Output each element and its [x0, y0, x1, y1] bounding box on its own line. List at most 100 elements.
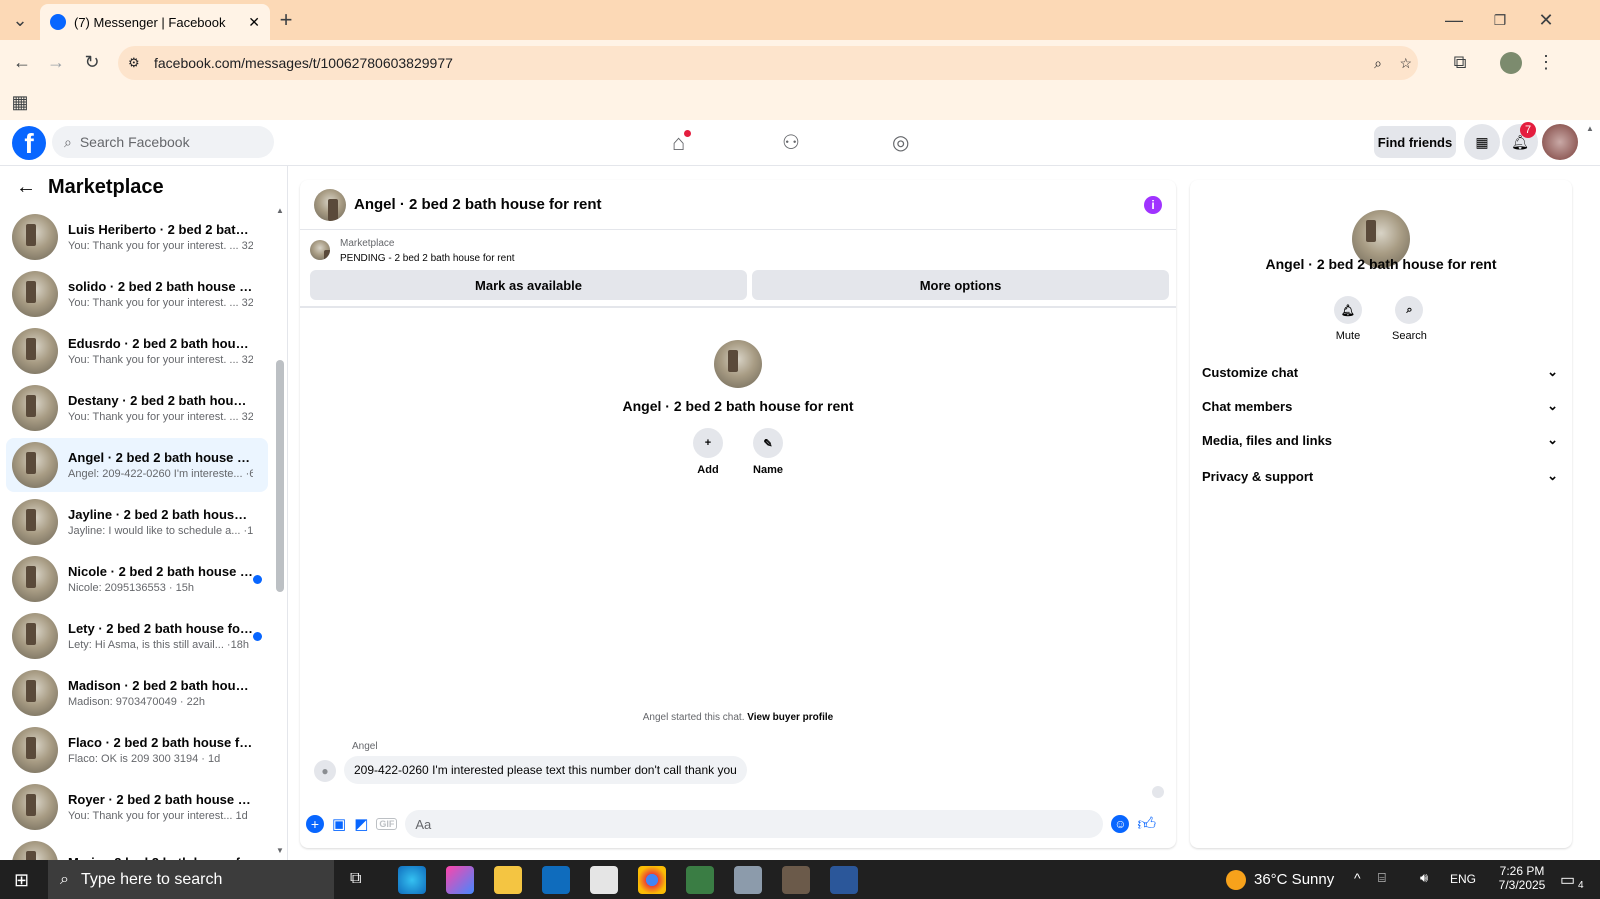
media-files-row[interactable]: Media, files and links ⌄	[1202, 432, 1558, 448]
app-icon[interactable]	[734, 866, 762, 894]
chat-started-notice: Angel started this chat. View buyer prof…	[300, 712, 1176, 723]
notification-center-icon[interactable]: ▭	[1560, 870, 1575, 890]
network-icon[interactable]: ⌸	[1378, 870, 1386, 886]
conversation-thumb	[12, 556, 58, 602]
conversation-item[interactable]: Nicole · 2 bed 2 bath house fo... Nicole:…	[6, 552, 268, 606]
app-icon[interactable]	[686, 866, 714, 894]
edge-icon[interactable]	[398, 866, 426, 894]
list-scrollbar[interactable]	[276, 360, 284, 592]
windows-start-icon[interactable]: ⊞	[14, 870, 34, 890]
find-friends-button[interactable]: Find friends	[1374, 126, 1456, 158]
chat-members-row[interactable]: Chat members ⌄	[1202, 398, 1558, 414]
volume-icon[interactable]: 🔊︎	[1420, 870, 1428, 886]
apps-grid-icon[interactable]: ▦	[4, 86, 36, 118]
clock-time: 7:26 PM	[1499, 864, 1545, 878]
conversation-text: Destany · 2 bed 2 bath house fo... You: T…	[68, 393, 253, 423]
minimize-icon[interactable]: —	[1438, 4, 1470, 36]
profile-avatar[interactable]	[714, 340, 762, 388]
menu-grid-icon[interactable]: ▦	[1464, 124, 1500, 160]
account-avatar[interactable]	[1542, 124, 1578, 160]
mark-available-button[interactable]: Mark as available	[310, 270, 747, 300]
close-window-icon[interactable]: ✕	[1530, 4, 1562, 36]
new-tab-icon[interactable]: +	[270, 4, 302, 36]
like-thumb-icon[interactable]: 👍︎	[1137, 813, 1156, 835]
listing-thumb[interactable]	[310, 240, 330, 260]
scroll-down-arrow-icon[interactable]: ▼	[276, 846, 284, 855]
language-indicator[interactable]: ENG	[1450, 872, 1476, 886]
conversation-item[interactable]: Flaco · 2 bed 2 bath house for r... Flaco…	[6, 723, 268, 777]
zoom-icon[interactable]: ⌕	[1374, 55, 1382, 72]
mute-button[interactable]: 🔔︎ Mute	[1334, 296, 1362, 342]
conversation-text: Madison · 2 bed 2 bath house f... Madison…	[68, 678, 253, 708]
extensions-icon[interactable]: ⧉	[1444, 46, 1476, 78]
chrome-icon[interactable]	[638, 866, 666, 894]
profile-name: Angel · 2 bed 2 bath house for rent	[622, 398, 854, 414]
message-input[interactable]: Aa	[405, 810, 1104, 838]
conversation-item[interactable]: Royer · 2 bed 2 bath house fo... You: Tha…	[6, 780, 268, 834]
chat-title[interactable]: Angel · 2 bed 2 bath house for rent	[354, 196, 602, 213]
conversation-item[interactable]: Mario · 2 bed 2 bath house for r...	[6, 837, 268, 860]
search-chat-button[interactable]: ⌕ Search	[1392, 296, 1427, 342]
weather-sun-icon[interactable]	[1226, 870, 1246, 890]
section-label: Media, files and links	[1202, 432, 1333, 448]
scroll-up-arrow-icon[interactable]: ▲	[276, 206, 284, 215]
marketplace-label: Marketplace	[340, 238, 395, 249]
facebook-search-input[interactable]: ⌕ Search Facebook	[52, 126, 274, 158]
mute-label: Mute	[1335, 330, 1361, 342]
conversation-item[interactable]: Jayline · 2 bed 2 bath house for ... Jayl…	[6, 495, 268, 549]
plus-actions-icon[interactable]: +	[306, 815, 324, 833]
task-view-icon[interactable]: ⧉	[350, 870, 361, 888]
view-buyer-profile-link[interactable]: View buyer profile	[747, 712, 833, 723]
groups-nav-icon[interactable]: ◎	[892, 130, 909, 155]
tab-search-chevron-icon[interactable]: ⌄	[4, 4, 36, 36]
bookmark-star-icon[interactable]: ☆	[1399, 55, 1412, 72]
copilot-icon[interactable]	[446, 866, 474, 894]
tray-chevron-icon[interactable]: ^	[1354, 870, 1361, 886]
file-explorer-icon[interactable]	[494, 866, 522, 894]
facebook-logo-icon[interactable]: f	[12, 126, 46, 160]
conversation-item[interactable]: Angel · 2 bed 2 bath house for r... Angel…	[6, 438, 268, 492]
site-info-icon[interactable]: ⚙	[128, 55, 140, 71]
reload-icon[interactable]: ↻	[76, 46, 108, 78]
close-tab-icon[interactable]: ✕	[248, 14, 260, 31]
sender-avatar-icon[interactable]: ●	[314, 760, 336, 782]
back-icon[interactable]: ←	[6, 46, 38, 78]
back-arrow-icon[interactable]: ←	[16, 176, 36, 199]
more-options-button[interactable]: More options	[752, 270, 1169, 300]
conversation-item[interactable]: Destany · 2 bed 2 bath house fo... You: T…	[6, 381, 268, 435]
emoji-icon[interactable]: ☺	[1111, 815, 1130, 833]
conversation-info-icon[interactable]: i	[1144, 196, 1162, 214]
friends-nav-icon[interactable]: ⚇	[782, 130, 800, 155]
weather-text[interactable]: 36°C Sunny	[1254, 871, 1334, 888]
gif-icon[interactable]: GIF	[376, 818, 398, 830]
chrome-menu-icon[interactable]: ⋮	[1530, 46, 1562, 78]
url-bar[interactable]: ⚙ facebook.com/messages/t/10062780603829…	[118, 46, 1418, 80]
conversation-item[interactable]: Luis Heriberto · 2 bed 2 bath ho... You: …	[6, 210, 268, 264]
conversation-item[interactable]: solido · 2 bed 2 bath house for ... You: …	[6, 267, 268, 321]
customize-chat-row[interactable]: Customize chat ⌄	[1202, 364, 1558, 380]
browser-profile-avatar[interactable]	[1500, 52, 1522, 74]
page-scroll-up-icon[interactable]: ▲	[1586, 124, 1594, 133]
conversation-item[interactable]: Madison · 2 bed 2 bath house f... Madison…	[6, 666, 268, 720]
app-icon[interactable]	[782, 866, 810, 894]
conversation-name: Flaco · 2 bed 2 bath house for r...	[68, 735, 253, 750]
privacy-support-row[interactable]: Privacy & support ⌄	[1202, 468, 1558, 484]
message-bubble[interactable]: 209-422-0260 I'm interested please text …	[344, 756, 747, 784]
restore-icon[interactable]: ❐	[1484, 4, 1516, 36]
clock[interactable]: 7:26 PM 7/3/2025	[1492, 864, 1552, 892]
app-icon[interactable]	[830, 866, 858, 894]
conversation-item[interactable]: Lety · 2 bed 2 bath house for r... Lety: …	[6, 609, 268, 663]
outlook-icon[interactable]	[542, 866, 570, 894]
add-member-button[interactable]: + Add	[693, 428, 723, 476]
name-chat-button[interactable]: ✎ Name	[753, 428, 783, 476]
attach-photo-icon[interactable]: ▣	[332, 815, 346, 833]
chat-avatar[interactable]	[314, 188, 346, 221]
browser-tab[interactable]: (7) Messenger | Facebook ✕	[40, 4, 270, 40]
chat-intro-profile: Angel · 2 bed 2 bath house for rent + Ad…	[600, 340, 876, 476]
forward-icon[interactable]: →	[40, 46, 72, 78]
taskbar-search[interactable]: ⌕ Type here to search	[48, 860, 334, 899]
conversation-item[interactable]: Edusrdo · 2 bed 2 bath house fo... You: T…	[6, 324, 268, 378]
conversation-text: Lety · 2 bed 2 bath house for r... Lety: …	[68, 621, 253, 651]
sticker-icon[interactable]: ◩	[354, 815, 368, 833]
store-icon[interactable]	[590, 866, 618, 894]
